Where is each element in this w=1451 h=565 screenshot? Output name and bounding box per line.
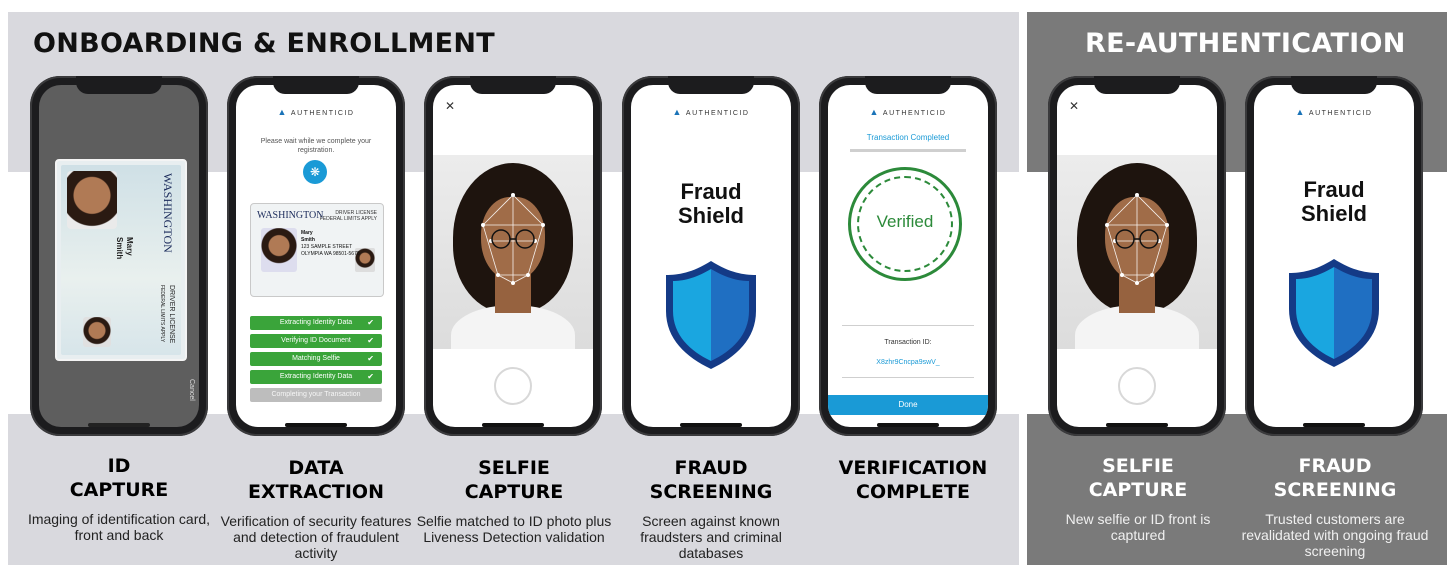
fraud-shield-title: Fraud Shield <box>677 179 744 228</box>
brand-logo: ▲ AUTHENTICID <box>869 107 947 117</box>
phone-data-extraction: ▲ AUTHENTICID Please wait while we comple… <box>227 76 405 436</box>
phone-fraud-screening: ▲ AUTHENTICID Fraud Shield <box>622 76 800 436</box>
transaction-id-label: Transaction ID: <box>884 339 932 346</box>
verified-stamp: Verified <box>848 167 962 281</box>
phone-id-capture: WASHINGTON DRIVER LICENSE FEDERAL LIMITS… <box>30 76 208 436</box>
check-icon: ✔ <box>367 372 374 381</box>
phone-selfie-capture: ✕ <box>424 76 602 436</box>
status-completing: Completing your Transaction <box>250 388 382 402</box>
caption-data-extraction: DATA EXTRACTION Verification of security … <box>220 457 412 561</box>
header-divider <box>850 149 966 152</box>
license-preview: WASHINGTON DRIVER LICENSE FEDERAL LIMITS … <box>250 203 384 297</box>
shutter-button[interactable] <box>1118 367 1156 405</box>
caption-reauth-fraud: FRAUD SCREENING Trusted customers are rev… <box>1241 455 1429 559</box>
dl-type: DRIVER LICENSE FEDERAL LIMITS APPLY <box>319 210 377 222</box>
fraud-shield-title: Fraud Shield <box>1300 177 1367 226</box>
status-verifying: Verifying ID Document ✔ <box>250 334 382 348</box>
brand-logo: ▲ AUTHENTICID <box>672 107 750 117</box>
onboarding-title: ONBOARDING & ENROLLMENT <box>33 28 496 59</box>
mid-divider <box>842 325 974 326</box>
reauth-title: RE-AUTHENTICATION <box>1085 28 1406 59</box>
selfie-photo <box>1057 155 1217 349</box>
cancel-button[interactable]: Cancel <box>188 379 195 401</box>
caption-fraud-screening: FRAUD SCREENING Screen against known frau… <box>640 457 782 561</box>
close-icon[interactable]: ✕ <box>445 99 455 113</box>
check-icon: ✔ <box>367 354 374 363</box>
selfie-photo <box>433 155 593 349</box>
id-photo-ghost <box>83 317 111 347</box>
id-name-last: Mary <box>125 237 134 256</box>
phone-reauth-selfie: ✕ <box>1048 76 1226 436</box>
caption-reauth-selfie: SELFIE CAPTURE New selfie or ID front is … <box>1065 455 1211 543</box>
check-icon: ✔ <box>367 336 374 345</box>
done-button[interactable]: Done <box>828 395 988 415</box>
id-card-image: WASHINGTON DRIVER LICENSE FEDERAL LIMITS… <box>55 159 187 361</box>
bottom-divider <box>842 377 974 378</box>
dl-state: WASHINGTON <box>257 210 324 221</box>
transaction-id-value: X8zhr9Cncpa9swV_ <box>876 359 940 366</box>
logo-mark-icon: ▲ <box>1295 107 1306 117</box>
status-extracting-2: Extracting Identity Data ✔ <box>250 370 382 384</box>
dl-details: Mary Smith 123 SAMPLE STREET OLYMPIA WA … <box>301 230 360 257</box>
id-state: WASHINGTON <box>161 173 175 253</box>
logo-mark-icon: ▲ <box>672 107 683 117</box>
shield-icon <box>666 261 756 369</box>
brand-logo: ▲ AUTHENTICID <box>1295 107 1373 117</box>
face-mesh <box>1105 193 1169 285</box>
logo-mark-icon: ▲ <box>277 107 288 117</box>
id-photo-main <box>67 171 117 229</box>
transaction-completed-header: Transaction Completed <box>866 133 950 142</box>
phone-verification-complete: ▲ AUTHENTICID Transaction Completed Verif… <box>819 76 997 436</box>
caption-selfie-capture: SELFIE CAPTURE Selfie matched to ID photo… <box>416 457 612 545</box>
brand-logo: ▲ AUTHENTICID <box>277 107 355 117</box>
shield-icon <box>1289 259 1379 367</box>
status-extracting-1: Extracting Identity Data ✔ <box>250 316 382 330</box>
face-mesh <box>481 193 545 285</box>
id-type: DRIVER LICENSE <box>168 285 175 344</box>
caption-id-capture: ID CAPTURE Imaging of identification card… <box>27 455 211 543</box>
close-icon[interactable]: ✕ <box>1069 99 1079 113</box>
dl-photo <box>261 228 297 272</box>
wait-message: Please wait while we complete your regis… <box>260 138 372 154</box>
check-icon: ✔ <box>367 318 374 327</box>
id-sub: FEDERAL LIMITS APPLY <box>159 285 165 343</box>
id-name-first: Smith <box>115 237 124 260</box>
spinner-icon: ❋ <box>303 160 327 184</box>
logo-mark-icon: ▲ <box>869 107 880 117</box>
caption-verification-complete: VERIFICATION COMPLETE <box>838 457 988 503</box>
phone-reauth-fraud: ▲ AUTHENTICID Fraud Shield <box>1245 76 1423 436</box>
status-matching: Matching Selfie ✔ <box>250 352 382 366</box>
shutter-button[interactable] <box>494 367 532 405</box>
